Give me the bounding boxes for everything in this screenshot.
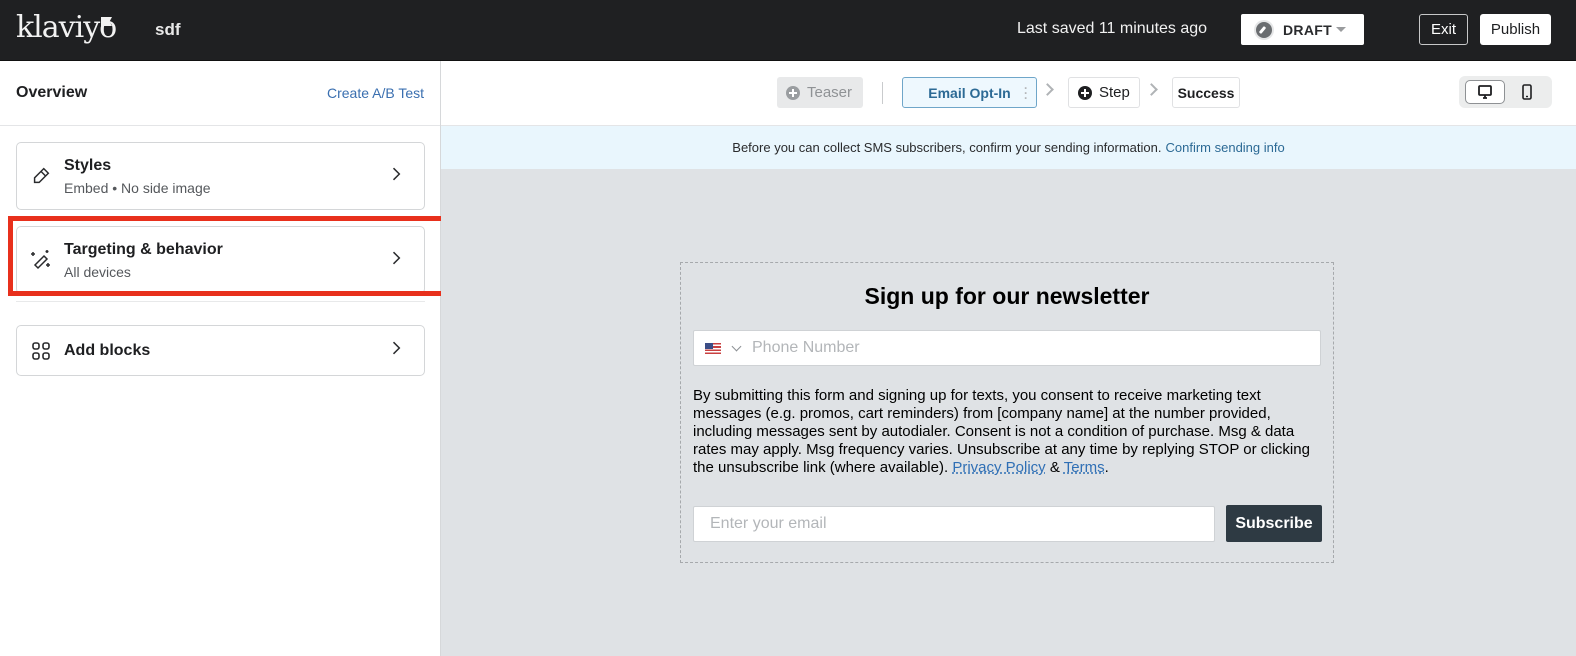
chevron-right-icon (1145, 83, 1158, 96)
sidebar-divider (16, 301, 425, 302)
create-ab-test-link[interactable]: Create A/B Test (327, 85, 424, 101)
banner-text: Before you can collect SMS subscribers, … (732, 140, 1162, 155)
sidebar-title: Overview (16, 84, 88, 101)
sms-consent-text: By submitting this form and signing up f… (693, 387, 1323, 477)
step-add-step[interactable]: Step (1068, 77, 1140, 108)
status-dropdown[interactable]: DRAFT (1241, 14, 1364, 45)
plus-circle-icon (786, 85, 800, 100)
step-separator (882, 82, 883, 104)
step-navigation: Teaser Email Opt-In · · · Step Success (441, 61, 1576, 126)
step-email-opt-in[interactable]: Email Opt-In · · · (902, 77, 1037, 108)
terms-link[interactable]: Terms (1064, 459, 1105, 476)
publish-button[interactable]: Publish (1480, 14, 1551, 45)
card-title: Targeting & behavior (64, 240, 223, 258)
sidebar-card-targeting-behavior[interactable]: Targeting & behavior All devices (16, 226, 425, 294)
grid-icon (29, 339, 53, 363)
step-label: Step (1099, 84, 1130, 101)
ampersand: & (1045, 459, 1064, 476)
subscribe-button[interactable]: Subscribe (1226, 505, 1322, 542)
us-flag-icon[interactable] (705, 342, 721, 354)
step-label: Success (1177, 84, 1235, 101)
sidebar: Overview Create A/B Test Styles Embed • … (0, 61, 441, 656)
chevron-right-icon (1041, 83, 1054, 96)
pencil-icon (29, 164, 53, 188)
mobile-preview-button[interactable] (1507, 80, 1547, 104)
signup-form[interactable]: Sign up for our newsletter By submitting… (680, 262, 1334, 563)
status-label: DRAFT (1283, 21, 1332, 38)
form-name[interactable]: sdf (155, 20, 181, 40)
phone-number-input[interactable] (752, 339, 1320, 357)
caret-down-icon (1336, 27, 1346, 32)
magic-wand-icon (29, 248, 53, 272)
mobile-icon (1522, 84, 1532, 100)
sms-info-banner: Before you can collect SMS subscribers, … (441, 126, 1576, 169)
confirm-sending-info-link[interactable]: Confirm sending info (1165, 140, 1284, 155)
sidebar-card-styles[interactable]: Styles Embed • No side image (16, 142, 425, 210)
card-subtitle: Embed • No side image (64, 179, 211, 196)
form-title[interactable]: Sign up for our newsletter (681, 283, 1333, 310)
card-title: Add blocks (64, 341, 151, 359)
klaviyo-logo[interactable]: klaviyo (16, 10, 117, 45)
chevron-right-icon (386, 248, 410, 273)
pencil-status-icon (1256, 21, 1272, 38)
more-options-icon[interactable]: · · · (1024, 82, 1028, 104)
phone-number-field[interactable] (693, 330, 1321, 366)
form-preview-canvas: Before you can collect SMS subscribers, … (441, 126, 1576, 656)
sidebar-header: Overview Create A/B Test (0, 61, 440, 126)
top-bar: klaviyo sdf Last saved 11 minutes ago DR… (0, 0, 1576, 61)
step-label: Email Opt-In (928, 84, 1011, 101)
card-subtitle: All devices (64, 263, 131, 280)
chevron-right-icon (386, 164, 410, 189)
chevron-down-icon[interactable] (731, 341, 742, 351)
step-success[interactable]: Success (1172, 77, 1240, 108)
plus-circle-icon (1078, 85, 1092, 100)
period: . (1104, 459, 1109, 476)
email-input[interactable] (693, 506, 1215, 542)
step-label: Teaser (807, 84, 853, 101)
device-preview-toggle (1459, 76, 1552, 108)
last-saved-status: Last saved 11 minutes ago (1017, 20, 1208, 37)
sidebar-card-add-blocks[interactable]: Add blocks (16, 325, 425, 376)
privacy-policy-link[interactable]: Privacy Policy (952, 459, 1045, 476)
desktop-preview-button[interactable] (1465, 80, 1505, 104)
card-title: Styles (64, 156, 112, 174)
step-teaser[interactable]: Teaser (777, 77, 863, 108)
chevron-right-icon (386, 338, 410, 363)
exit-button[interactable]: Exit (1419, 14, 1468, 45)
desktop-icon (1478, 85, 1492, 99)
